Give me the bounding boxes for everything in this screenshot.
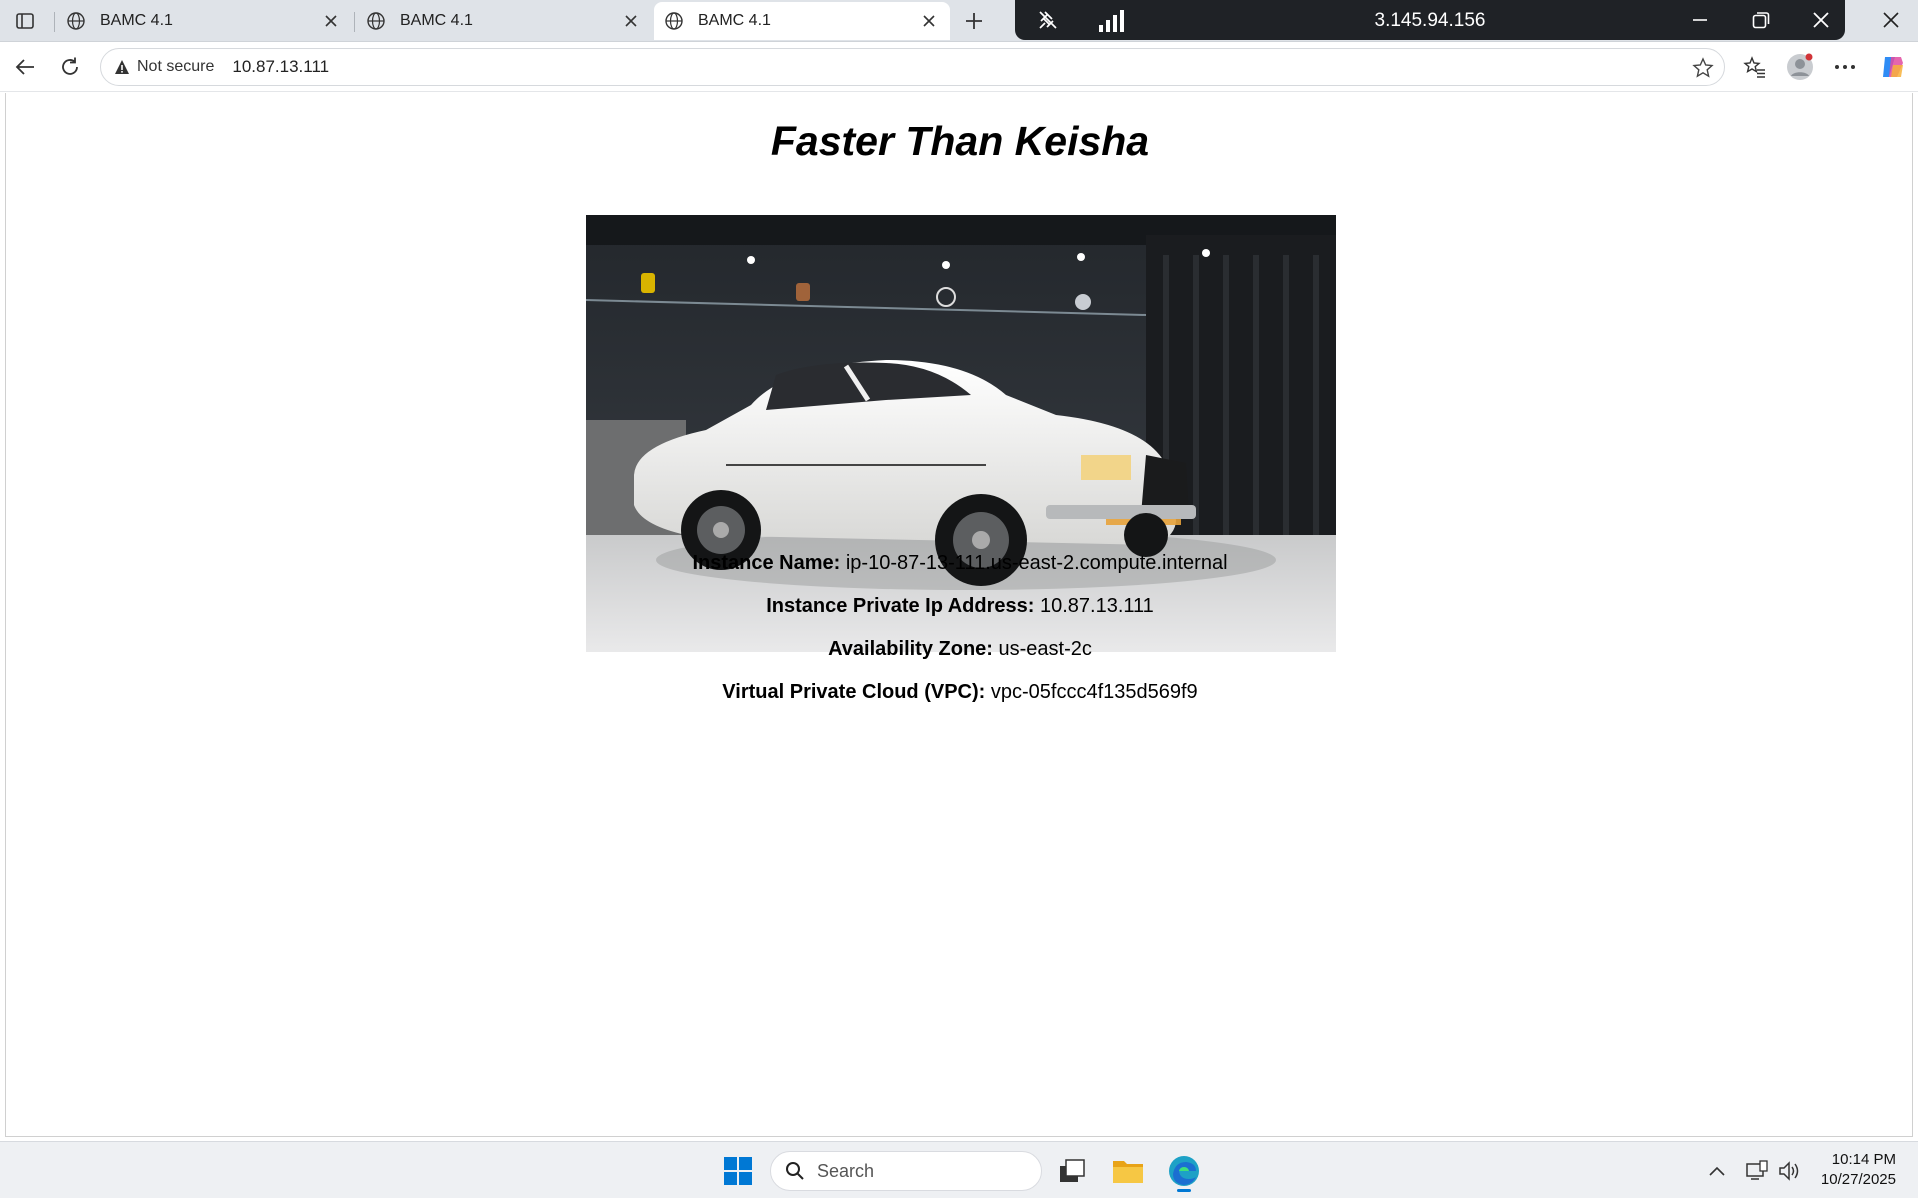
- address-bar[interactable]: Not secure 10.87.13.111: [100, 48, 1725, 86]
- tab-actions-button[interactable]: [8, 6, 42, 36]
- availability-zone-value: us-east-2c: [998, 638, 1092, 660]
- tab-separator: [54, 12, 55, 32]
- close-session-button[interactable]: [1806, 6, 1836, 34]
- favorites-icon: [1743, 56, 1765, 78]
- page-title: Faster Than Keisha: [770, 118, 1150, 164]
- availability-zone-row: Availability Zone: us-east-2c: [6, 638, 1914, 661]
- start-button[interactable]: [716, 1150, 760, 1192]
- car-photo: [586, 215, 1336, 652]
- car-image: [586, 215, 1336, 652]
- close-icon: [1813, 12, 1829, 28]
- tab-close-button[interactable]: [320, 10, 342, 32]
- copilot-icon: [1883, 57, 1903, 77]
- taskbar-search[interactable]: Search: [770, 1151, 1042, 1191]
- file-explorer-button[interactable]: [1106, 1150, 1150, 1192]
- edge-icon: [1169, 1156, 1199, 1186]
- tab-strip: BAMC 4.1 BAMC 4.1 BAMC 4.1 3.145.94.156: [0, 0, 1918, 42]
- show-hidden-icons-button[interactable]: [1702, 1150, 1732, 1192]
- tab-actions-icon: [16, 13, 34, 29]
- more-icon: [1835, 65, 1855, 69]
- restore-icon: [1752, 12, 1770, 29]
- availability-zone-label: Availability Zone:: [828, 638, 993, 660]
- favorites-button[interactable]: [1738, 51, 1772, 83]
- restore-button[interactable]: [1746, 6, 1776, 34]
- clock-time: 10:14 PM: [1831, 1151, 1896, 1168]
- close-icon: [625, 15, 637, 27]
- tab-close-button[interactable]: [620, 10, 642, 32]
- profile-icon: [1787, 53, 1813, 80]
- remote-host-address: 3.145.94.156: [1374, 10, 1486, 31]
- tab-title: BAMC 4.1: [698, 12, 771, 29]
- private-ip-label: Instance Private Ip Address:: [766, 595, 1035, 617]
- remote-session-bar: 3.145.94.156: [1015, 0, 1845, 40]
- minimize-icon: [1693, 19, 1707, 21]
- warning-icon[interactable]: [113, 58, 131, 76]
- refresh-icon: [62, 57, 78, 75]
- tab-close-button[interactable]: [918, 10, 940, 32]
- new-tab-button[interactable]: [958, 6, 990, 36]
- back-button[interactable]: [8, 51, 42, 83]
- globe-icon: [665, 12, 683, 30]
- clock[interactable]: 10:14 PM 10/27/2025: [1821, 1150, 1896, 1190]
- more-button[interactable]: [1828, 51, 1862, 83]
- profile-button[interactable]: [1783, 51, 1817, 83]
- star-icon: [1692, 57, 1714, 78]
- url-text[interactable]: 10.87.13.111: [232, 57, 329, 77]
- globe-icon: [367, 12, 385, 30]
- clock-date: 10/27/2025: [1820, 1171, 1896, 1188]
- tab-1[interactable]: BAMC 4.1: [56, 2, 352, 40]
- taskbar: Search 10:14 PM 10/27/2025: [0, 1141, 1918, 1198]
- private-ip-value: 10.87.13.111: [1040, 595, 1154, 617]
- edge-button[interactable]: [1160, 1150, 1208, 1192]
- close-icon: [923, 15, 935, 27]
- vpc-label: Virtual Private Cloud (VPC):: [722, 681, 986, 703]
- search-placeholder: Search: [817, 1160, 875, 1181]
- refresh-button[interactable]: [53, 51, 87, 83]
- windows-start-icon: [724, 1157, 752, 1185]
- vpc-value: vpc-05fccc4f135d569f9: [990, 681, 1198, 703]
- active-app-indicator: [1177, 1189, 1191, 1192]
- close-icon: [325, 15, 337, 27]
- favorite-star-button[interactable]: [1690, 55, 1716, 81]
- back-icon: [15, 59, 34, 75]
- instance-name-value: ip-10-87-13-111.us-east-2.compute.intern…: [845, 552, 1228, 574]
- plus-icon: [966, 13, 982, 29]
- minimize-button[interactable]: [1685, 6, 1715, 34]
- search-icon: [786, 1162, 804, 1180]
- copilot-button[interactable]: [1876, 51, 1910, 83]
- volume-icon: [1779, 1161, 1799, 1181]
- network-button[interactable]: [1742, 1150, 1772, 1192]
- tab-2[interactable]: BAMC 4.1: [356, 2, 652, 40]
- security-label[interactable]: Not secure: [137, 58, 214, 76]
- browser-toolbar: Not secure 10.87.13.111: [0, 42, 1918, 92]
- private-ip-row: Instance Private Ip Address: 10.87.13.11…: [6, 595, 1914, 618]
- tab-3-active[interactable]: BAMC 4.1: [654, 2, 950, 40]
- chevron-up-icon: [1709, 1166, 1725, 1176]
- task-view-icon: [1060, 1159, 1085, 1182]
- tab-title: BAMC 4.1: [100, 12, 173, 29]
- instance-name-label: Instance Name:: [692, 552, 841, 574]
- instance-name-row: Instance Name: ip-10-87-13-111.us-east-2…: [6, 552, 1914, 575]
- network-icon: [1746, 1160, 1768, 1180]
- vpc-row: Virtual Private Cloud (VPC): vpc-05fccc4…: [6, 681, 1914, 704]
- tab-separator: [354, 12, 355, 32]
- globe-icon: [67, 12, 85, 30]
- tab-title: BAMC 4.1: [400, 12, 473, 29]
- window-close-button[interactable]: [1876, 6, 1906, 34]
- page-viewport: Faster Than Keisha Instance Name: ip-10-…: [5, 93, 1913, 1137]
- volume-button[interactable]: [1775, 1150, 1805, 1192]
- file-explorer-icon: [1113, 1161, 1143, 1183]
- task-view-button[interactable]: [1050, 1150, 1094, 1192]
- close-icon: [1883, 12, 1899, 28]
